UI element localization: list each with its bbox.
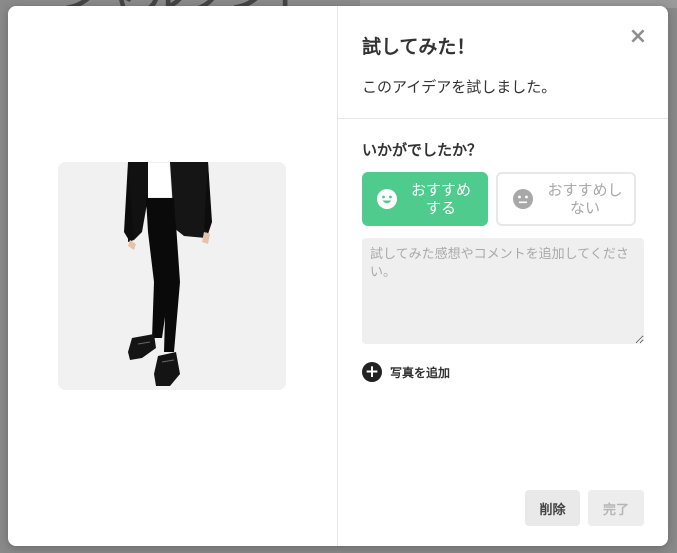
- tried-it-modal: × 試してみた！ このアイデアを試しました。 いかがでしたか？ おすすめする お…: [8, 6, 668, 546]
- rating-question: いかがでしたか？: [362, 141, 483, 159]
- image-pane: [8, 6, 338, 546]
- modal-description: このアイデアを試しました。: [362, 78, 557, 96]
- neutral-face-icon: [513, 189, 533, 209]
- close-icon[interactable]: ×: [629, 24, 647, 49]
- plus-circle-icon: +: [362, 362, 382, 382]
- add-photo-label: 写真を追加: [390, 365, 451, 380]
- recommend-button[interactable]: おすすめする: [362, 172, 488, 226]
- delete-button[interactable]: 削除: [525, 490, 580, 526]
- close-button[interactable]: ×: [626, 24, 650, 49]
- feedback-pane: × 試してみた！ このアイデアを試しました。 いかがでしたか？ おすすめする お…: [338, 6, 668, 546]
- not-recommend-button[interactable]: おすすめしない: [496, 172, 636, 226]
- pin-image: [58, 162, 286, 390]
- outfit-photo: [58, 162, 286, 390]
- not-recommend-label: おすすめしない: [547, 181, 623, 217]
- done-button[interactable]: 完了: [588, 490, 644, 526]
- add-photo-button[interactable]: + 写真を追加: [362, 362, 450, 382]
- recommend-label: おすすめする: [410, 181, 471, 217]
- comment-textarea[interactable]: [362, 238, 644, 344]
- divider: [338, 118, 668, 119]
- smile-icon: [377, 189, 397, 209]
- modal-title: 試してみた！: [362, 36, 476, 58]
